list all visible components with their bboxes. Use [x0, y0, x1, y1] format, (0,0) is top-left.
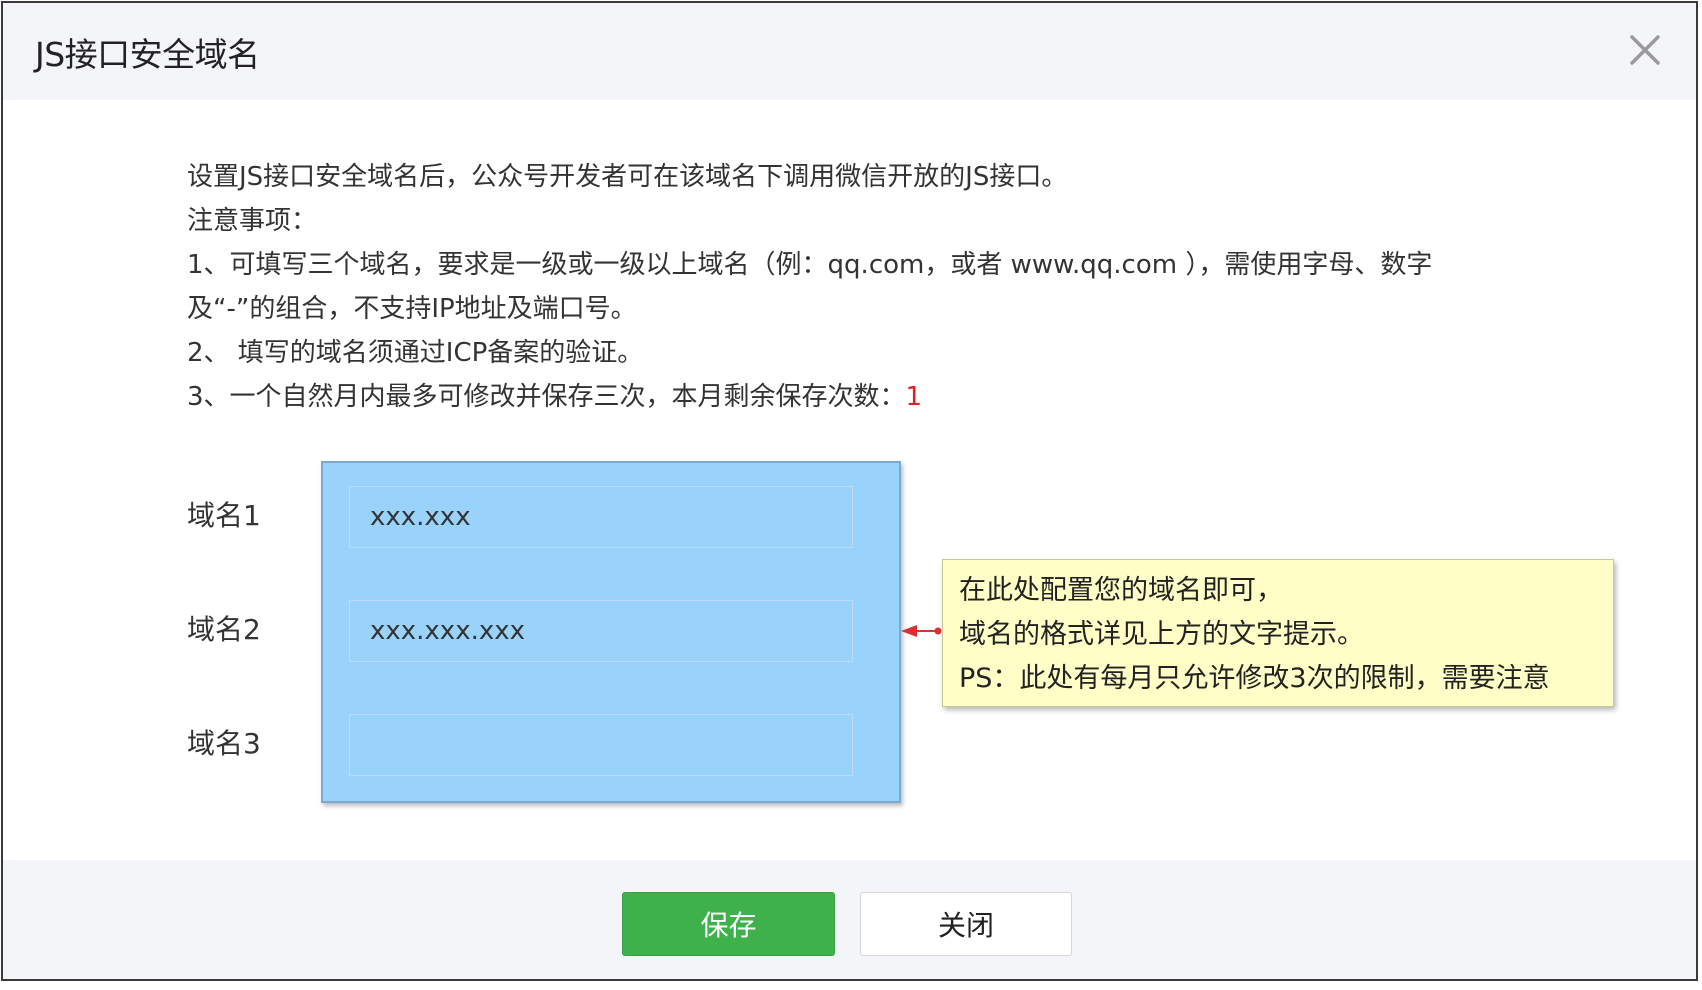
instructions-rule-2: 2、 填写的域名须通过ICP备案的验证。	[187, 338, 644, 368]
tooltip-line-1: 在此处配置您的域名即可，	[959, 575, 1283, 606]
close-icon[interactable]	[1624, 29, 1666, 71]
domain-3-label: 域名3	[187, 727, 261, 760]
domain-2-label: 域名2	[187, 613, 261, 646]
dialog-footer: 保存 关闭	[3, 860, 1696, 979]
domain-2-input[interactable]	[349, 600, 853, 662]
domain-3-input[interactable]	[349, 714, 853, 776]
dialog-header: JS接口安全域名	[3, 3, 1696, 100]
instructions-rule-3-text: 3、一个自然月内最多可修改并保存三次，本月剩余保存次数：	[187, 382, 906, 412]
domain-inputs-highlight	[321, 461, 901, 803]
arrow-left-icon	[901, 625, 942, 637]
js-domain-dialog: JS接口安全域名 设置JS接口安全域名后，公众号开发者可在该域名下调用微信开放的…	[1, 1, 1698, 981]
instructions-intro: 设置JS接口安全域名后，公众号开发者可在该域名下调用微信开放的JS接口。	[187, 162, 1068, 192]
tooltip-line-2: 域名的格式详见上方的文字提示。	[959, 619, 1364, 650]
close-button[interactable]: 关闭	[860, 892, 1072, 956]
instructions-text: 设置JS接口安全域名后，公众号开发者可在该域名下调用微信开放的JS接口。 注意事…	[187, 155, 1567, 419]
instructions-rule-3: 3、一个自然月内最多可修改并保存三次，本月剩余保存次数：1	[187, 375, 1567, 419]
domain-1-label: 域名1	[187, 499, 261, 532]
domain-1-input[interactable]	[349, 486, 853, 548]
annotation-tooltip: 在此处配置您的域名即可， 域名的格式详见上方的文字提示。 PS：此处有每月只允许…	[942, 559, 1614, 707]
tooltip-line-3: PS：此处有每月只允许修改3次的限制，需要注意	[959, 663, 1550, 694]
dialog-title: JS接口安全域名	[35, 35, 260, 74]
remaining-count: 1	[905, 382, 923, 412]
instructions-heading: 注意事项：	[187, 206, 318, 236]
save-button[interactable]: 保存	[622, 892, 835, 956]
instructions-rule-1-cont: 及“-”的组合，不支持IP地址及端口号。	[187, 294, 637, 324]
instructions-rule-1: 1、可填写三个域名，要求是一级或一级以上域名（例：qq.com，或者 www.q…	[187, 250, 1433, 280]
